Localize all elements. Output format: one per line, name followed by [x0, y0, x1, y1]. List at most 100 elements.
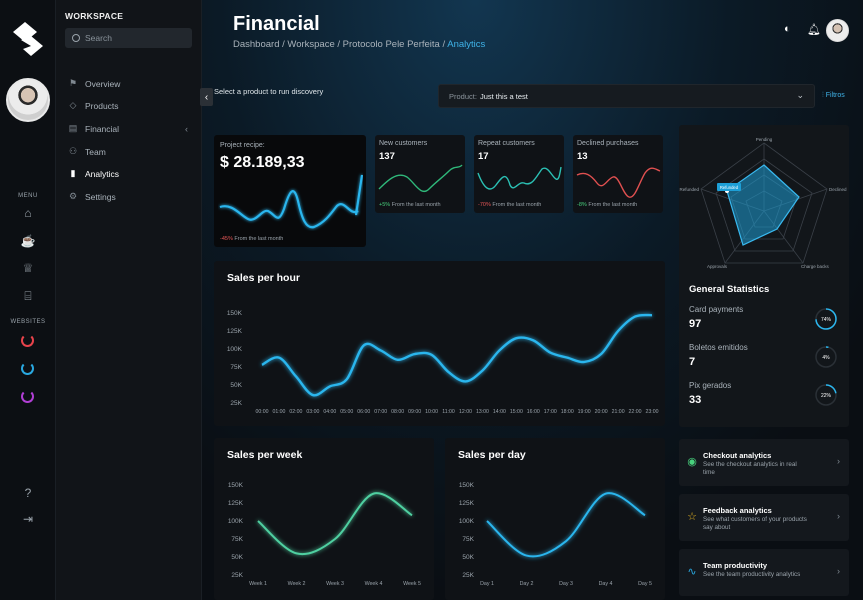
x-tick-label: 22:00	[629, 409, 642, 415]
sidebar-item-label: Settings	[85, 191, 116, 202]
y-tick-label: 125K	[228, 500, 244, 507]
kpi-foot: +5% From the last month	[379, 202, 441, 208]
sales-per-hour-card: Sales per hour 150K 125K 100K 75K 50K 25K 00:0…	[214, 261, 665, 426]
feedback-analytics-link[interactable]: ☆ Feedback analytics See what customers …	[679, 494, 849, 541]
y-tick-label: 125K	[227, 328, 243, 335]
stat-progress-ring: 22%	[815, 384, 837, 406]
kpi-value: 137	[379, 151, 395, 162]
menu-label: MENU	[18, 193, 38, 199]
website-ring-purple-icon[interactable]	[21, 390, 34, 403]
x-tick-label: Day 3	[559, 581, 573, 587]
sparkline-line	[378, 164, 463, 193]
x-tick-label: 18:00	[561, 409, 574, 415]
stat-value: 97	[689, 318, 702, 330]
sales-per-week-card: Sales per week 150K 125K 100K 75K 50K 25K Week…	[214, 438, 434, 600]
help-icon[interactable]: ?	[19, 484, 37, 502]
money-icon: ▤	[68, 123, 78, 133]
sidebar-item-products[interactable]: ◇ Products	[66, 100, 188, 111]
stat-progress-ring: 4%	[815, 346, 837, 368]
logout-icon[interactable]: ⇥	[19, 510, 37, 528]
radar-axis-label: Approvals	[707, 264, 728, 269]
brand-logo	[13, 22, 43, 56]
breadcrumb-item[interactable]: Dashboard	[233, 39, 279, 50]
collapse-sidebar-button[interactable]: ‹	[200, 88, 213, 106]
x-tick-label: 23:00	[646, 409, 659, 415]
avatar[interactable]	[6, 78, 50, 122]
kpi-foot-text: From the last month	[588, 202, 638, 208]
x-tick-label: 04:00	[323, 409, 336, 415]
kpi-label: Repeat customers	[478, 140, 535, 147]
bank-icon[interactable]: ⌸	[19, 287, 37, 305]
page-title: Financial	[233, 13, 320, 35]
product-prompt: Select a product to run discovery	[214, 87, 324, 96]
stat-percent: 22%	[821, 393, 832, 399]
general-statistics-card: Refunded Pending Declined Charge backs A…	[679, 125, 849, 427]
x-tick-label: 02:00	[289, 409, 302, 415]
search-placeholder: Search	[85, 33, 112, 43]
kpi-foot: -8% From the last month	[577, 202, 637, 208]
y-tick-label: 150K	[227, 310, 243, 317]
project-sparkline	[219, 174, 364, 229]
home-icon[interactable]: ⌂	[19, 204, 37, 222]
x-tick-label: Day 1	[480, 581, 494, 587]
y-tick-label: 100K	[459, 518, 475, 525]
user-avatar[interactable]	[826, 19, 849, 42]
coffee-icon[interactable]: ☕	[19, 232, 37, 250]
new-customers-card: New customers 137 +5% From the last mont…	[375, 135, 465, 213]
filter-icon: ⫶	[822, 92, 824, 99]
kpi-delta: -8%	[577, 202, 587, 208]
website-ring-red-icon[interactable]	[21, 334, 34, 347]
stat-label: Pix gerados	[689, 381, 732, 390]
search-icon	[72, 34, 80, 42]
kpi-value: 13	[577, 151, 588, 162]
x-tick-label: 01:00	[272, 409, 285, 415]
y-tick-label: 75K	[231, 536, 243, 543]
x-tick-label: Week 1	[249, 581, 267, 587]
product-select[interactable]: Product: Just this a test ⌄	[438, 84, 815, 108]
icon-rail: MENU ⌂ ☕ ♕ ⌸ WEBSITES ? ⇥	[0, 0, 56, 600]
radar-area	[726, 164, 800, 246]
academic-icon[interactable]: ♕	[19, 259, 37, 277]
y-tick-label: 75K	[462, 536, 474, 543]
chevron-down-icon: ⌄	[796, 90, 804, 100]
kpi-delta: -45%	[220, 236, 233, 242]
sidebar-item-analytics[interactable]: ▮ Analytics	[66, 168, 188, 179]
x-tick-label: 15:00	[510, 409, 523, 415]
chevron-right-icon: ›	[837, 566, 840, 576]
checkout-analytics-link[interactable]: ◉ Checkout analytics See the checkout an…	[679, 439, 849, 486]
x-tick-label: Day 2	[520, 581, 534, 587]
sales-per-day-chart: 150K 125K 100K 75K 50K 25K Day 1 Day 2 Day 3 Day …	[459, 482, 652, 587]
sidebar-item-financial[interactable]: ▤ Financial ‹	[66, 123, 188, 134]
team-productivity-link[interactable]: ∿ Team productivity See the team product…	[679, 549, 849, 596]
sales-per-hour-chart: 150K 125K 100K 75K 50K 25K 00:00 01:00 02:00 03:0…	[227, 310, 659, 415]
stat-value: 7	[689, 356, 696, 368]
website-ring-blue-icon[interactable]	[21, 362, 34, 375]
breadcrumb-item[interactable]: Workspace	[287, 39, 334, 50]
pulse-icon: ∿	[687, 566, 697, 578]
sidebar-item-overview[interactable]: ⚑ Overview	[66, 78, 188, 89]
chevron-left-icon: ‹	[185, 123, 188, 134]
y-tick-label: 25K	[231, 572, 243, 579]
x-tick-label: Week 5	[403, 581, 421, 587]
search-input[interactable]: Search	[65, 28, 192, 48]
sparkline-line	[219, 190, 359, 229]
app-window: MENU ⌂ ☕ ♕ ⌸ WEBSITES ? ⇥ WORKSPACE Sear…	[0, 0, 863, 600]
bell-icon[interactable]: 🔔︎	[807, 23, 821, 36]
kpi-foot: -70% From the last month	[478, 202, 541, 208]
sidebar-item-team[interactable]: ⚇ Team	[66, 146, 188, 157]
filters-button[interactable]: ⫶ Filtros	[822, 92, 845, 100]
sidebar-item-settings[interactable]: ⚙ Settings	[66, 191, 188, 202]
x-tick-label: 13:00	[476, 409, 489, 415]
kpi-label: New customers	[379, 140, 428, 147]
quick-action-subtitle: See the team productivity analytics	[703, 571, 801, 578]
y-tick-label: 150K	[459, 482, 475, 489]
chevron-right-icon: ›	[837, 456, 840, 466]
stat-label: Boletos emitidos	[689, 343, 748, 352]
websites-label: WEBSITES	[10, 319, 46, 325]
breadcrumb-item[interactable]: Protocolo Pele Perfeita	[343, 39, 440, 50]
x-tick-label: 21:00	[612, 409, 625, 415]
theme-toggle-icon[interactable]: ◐	[784, 23, 791, 35]
product-select-label: Product:	[449, 91, 477, 101]
flag-icon: ⚑	[68, 78, 78, 88]
kpi-value: $ 28.189,33	[220, 154, 305, 171]
